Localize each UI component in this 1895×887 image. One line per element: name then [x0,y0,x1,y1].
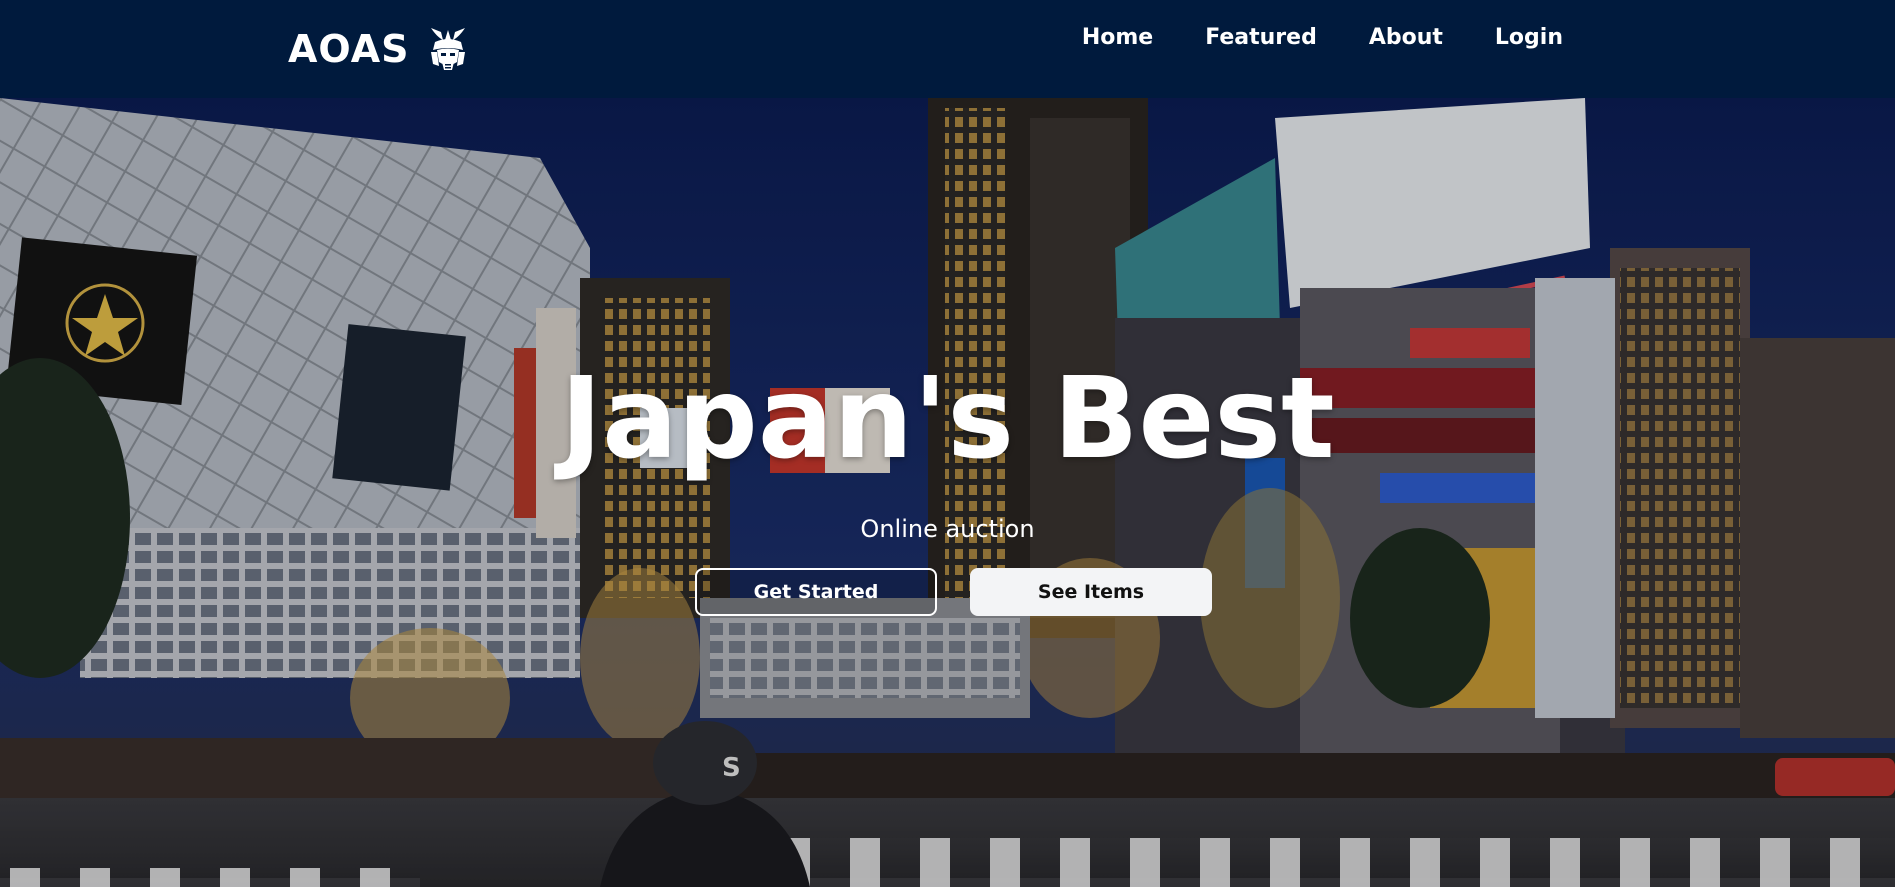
hero-overlay [0,98,1895,887]
brand-name: AOAS [288,27,410,71]
nav-about-link[interactable]: About [1369,24,1443,52]
hero-title: Japan's Best [560,354,1335,484]
see-items-button[interactable]: See Items [970,568,1212,616]
nav-featured-link[interactable]: Featured [1205,24,1317,52]
hero-section: S Japan's Best Online auction Get Starte… [0,98,1895,887]
navbar: AOAS Home Featured About Login [0,0,1895,98]
nav-login-link[interactable]: Login [1495,24,1563,52]
brand-link[interactable]: AOAS [288,26,469,72]
main-nav: Home Featured About Login [1030,24,1563,52]
samurai-helmet-icon [427,26,469,72]
get-started-button[interactable]: Get Started [695,568,937,616]
nav-home-link[interactable]: Home [1082,24,1153,52]
hero-subtitle: Online auction [860,515,1035,543]
